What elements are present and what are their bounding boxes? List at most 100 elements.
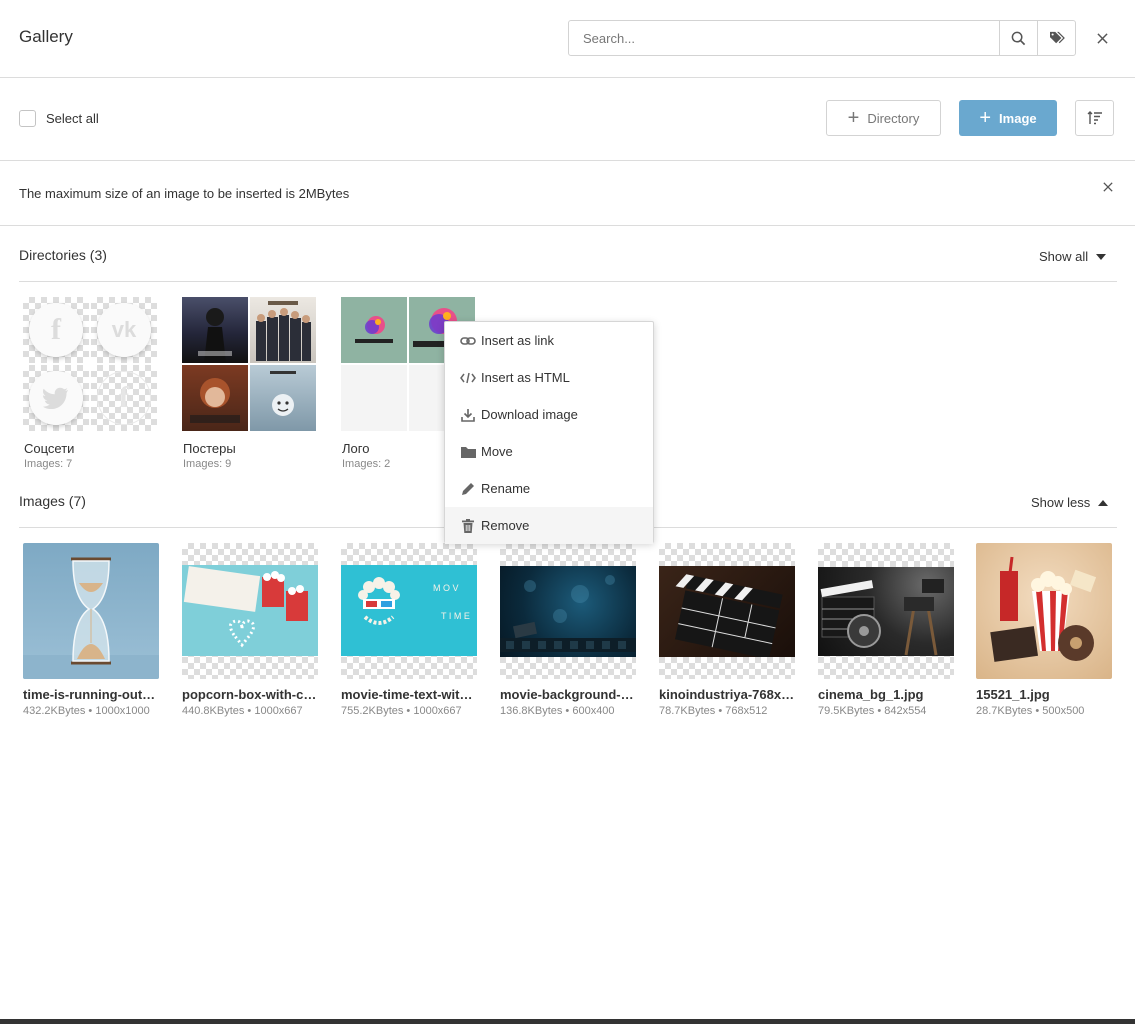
image-meta: 755.2KBytes • 1000x667 xyxy=(341,705,462,717)
directory-name: Соцсети xyxy=(24,441,75,456)
search-input[interactable] xyxy=(568,20,1000,56)
the-gentlemen-poster xyxy=(250,297,316,363)
add-image-button[interactable]: + Image xyxy=(959,100,1057,136)
facebook-preview: f xyxy=(91,365,157,431)
directory-count: Images: 9 xyxy=(183,458,232,470)
search-icon xyxy=(1011,31,1026,45)
add-directory-label: Directory xyxy=(867,110,920,126)
link-icon xyxy=(460,333,476,349)
close-gallery-button[interactable] xyxy=(1091,27,1113,49)
queens-gambit-poster xyxy=(182,365,248,431)
images-show-less[interactable]: Show less xyxy=(1031,495,1109,510)
image-meta: 28.7KBytes • 500x500 xyxy=(976,705,1085,717)
notice-text: The maximum size of an image to be inser… xyxy=(19,186,350,201)
sort-button[interactable] xyxy=(1075,100,1114,136)
menu-item-move[interactable]: Move xyxy=(445,433,653,470)
code-icon xyxy=(460,370,476,386)
directories-title: Directories (3) xyxy=(19,247,107,263)
add-directory-button[interactable]: + Directory xyxy=(826,100,941,136)
image-thumbnail xyxy=(976,543,1112,679)
image-name: movie-time-text-wit… xyxy=(341,687,473,702)
image-card[interactable]: kinoindustriya-768x… 78.7KBytes • 768x51… xyxy=(659,543,795,717)
gallery-toolbar: Select all + Directory + Image xyxy=(0,78,1135,161)
facebook-preview: f xyxy=(23,297,89,363)
image-name: popcorn-box-with-c… xyxy=(182,687,317,702)
twitter-preview xyxy=(23,365,89,431)
directory-count: Images: 7 xyxy=(24,458,73,470)
black-mirror-poster xyxy=(250,365,316,431)
bottom-bar xyxy=(0,1019,1135,1024)
show-less-label: Show less xyxy=(1031,495,1091,510)
select-all-checkbox[interactable] xyxy=(19,110,36,127)
size-notice: The maximum size of an image to be inser… xyxy=(0,161,1135,226)
image-meta: 440.8KBytes • 1000x667 xyxy=(182,705,303,717)
menu-item-rename[interactable]: Rename xyxy=(445,470,653,507)
image-thumbnail: M O V T I M E xyxy=(341,543,477,679)
plus-icon: + xyxy=(847,107,860,129)
caret-up-icon xyxy=(1098,499,1109,506)
image-meta: 432.2KBytes • 1000x1000 xyxy=(23,705,150,717)
directory-card[interactable]: f vk f Соцсети Images: 7 xyxy=(23,297,159,470)
image-thumbnail xyxy=(182,543,318,679)
vk-icon: vk xyxy=(97,303,151,357)
close-notice-button[interactable] xyxy=(1099,178,1117,196)
images-title: Images (7) xyxy=(19,493,86,509)
menu-item-label: Rename xyxy=(481,481,531,496)
gallery-header: Gallery xyxy=(0,0,1135,78)
directories-show-all[interactable]: Show all xyxy=(1039,249,1107,264)
show-all-label: Show all xyxy=(1039,249,1089,264)
image-meta: 78.7KBytes • 768x512 xyxy=(659,705,768,717)
sort-icon xyxy=(1087,111,1102,125)
menu-item-label: Insert as link xyxy=(481,333,554,348)
select-all[interactable]: Select all xyxy=(19,110,99,127)
facebook-icon: f xyxy=(29,303,83,357)
image-card[interactable]: M O V T I M E movie-time-text-wit… 755.2K… xyxy=(341,543,477,717)
page-title: Gallery xyxy=(19,27,73,46)
close-icon xyxy=(1103,182,1113,192)
tags-button[interactable] xyxy=(1037,20,1076,56)
pencil-icon xyxy=(460,481,476,497)
directory-preview: f vk f xyxy=(23,297,157,431)
plus-icon: + xyxy=(979,107,992,129)
image-card[interactable]: popcorn-box-with-c… 440.8KBytes • 1000x6… xyxy=(182,543,318,717)
image-name: kinoindustriya-768x… xyxy=(659,687,795,702)
image-card[interactable]: cinema_bg_1.jpg 79.5KBytes • 842x554 xyxy=(818,543,954,717)
menu-item-label: Insert as HTML xyxy=(481,370,570,385)
folder-icon xyxy=(460,444,476,460)
image-thumbnail xyxy=(23,543,159,679)
image-card[interactable]: 15521_1.jpg 28.7KBytes • 500x500 xyxy=(976,543,1112,717)
twitter-icon xyxy=(29,371,83,425)
close-icon xyxy=(1096,32,1108,44)
image-thumbnail xyxy=(818,543,954,679)
directory-card[interactable]: Постеры Images: 9 xyxy=(182,297,318,470)
directory-name: Постеры xyxy=(183,441,236,456)
tags-icon xyxy=(1049,31,1065,44)
menu-item-label: Remove xyxy=(481,518,530,533)
menu-item-download[interactable]: Download image xyxy=(445,396,653,433)
menu-item-insert-html[interactable]: Insert as HTML xyxy=(445,359,653,396)
directory-preview xyxy=(182,297,316,431)
image-meta: 79.5KBytes • 842x554 xyxy=(818,705,927,717)
empty-slot xyxy=(341,365,407,431)
menu-item-insert-link[interactable]: Insert as link xyxy=(445,322,653,359)
image-thumbnail xyxy=(659,543,795,679)
image-card[interactable]: time-is-running-out… 432.2KBytes • 1000x… xyxy=(23,543,159,717)
image-card[interactable]: movie-background-… 136.8KBytes • 600x400 xyxy=(500,543,636,717)
add-image-label: Image xyxy=(999,110,1037,126)
image-meta: 136.8KBytes • 600x400 xyxy=(500,705,615,717)
search-button[interactable] xyxy=(999,20,1038,56)
image-thumbnail xyxy=(500,543,636,679)
menu-item-label: Download image xyxy=(481,407,578,422)
vk-preview: vk xyxy=(91,297,157,363)
image-context-menu: Insert as link Insert as HTML Download i… xyxy=(444,321,654,544)
select-all-label: Select all xyxy=(46,111,99,126)
trash-icon xyxy=(460,518,476,534)
facebook-icon: f xyxy=(97,371,151,425)
menu-item-remove[interactable]: Remove xyxy=(445,507,653,544)
image-name: 15521_1.jpg xyxy=(976,687,1050,702)
svg-text:M O V: M O V xyxy=(433,583,459,593)
menu-item-label: Move xyxy=(481,444,513,459)
image-name: time-is-running-out… xyxy=(23,687,156,702)
directories-divider xyxy=(19,281,1117,282)
image-name: movie-background-… xyxy=(500,687,634,702)
